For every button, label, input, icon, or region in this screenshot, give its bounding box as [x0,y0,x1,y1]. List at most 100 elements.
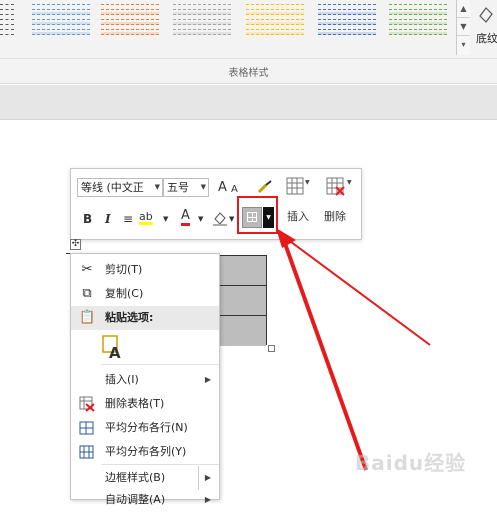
grow-font-icon[interactable]: A [218,180,227,196]
chevron-down-icon[interactable]: ▼ [229,211,234,227]
shading-button[interactable]: 底纹 [474,0,497,55]
mini-toolbar: 等线 (中文正 ▼ 五号 ▼ A A ▼ ▼ B I ≡ ab ▼ A ▼ ▼ ▼ … [70,168,362,240]
menu-item-label: 平均分布各行(N) [105,421,188,434]
style-row [32,12,90,15]
delete-table-icon[interactable]: ▼ [325,175,355,199]
menu-item-autofit[interactable]: 自动调整(A) ▶ [71,488,219,512]
style-row [101,2,159,5]
menu-item-border-styles[interactable]: 边框样式(B) ▶ [71,466,219,490]
scroll-up-icon[interactable]: ▲ [457,0,470,18]
table-style-thumbnail[interactable] [318,2,376,35]
table-style-thumbnail[interactable] [389,2,447,35]
insert-button[interactable]: 插入 [287,209,309,225]
copy-icon: ⧉ [82,286,92,301]
menu-item-insert[interactable]: 插入(I) ▶ [71,368,219,392]
menu-item-delete-table[interactable]: 删除表格(T) [71,392,219,416]
chevron-down-icon: ▼ [154,183,160,191]
chevron-down-icon[interactable]: ▼ [198,211,203,227]
format-painter-icon[interactable] [257,179,275,195]
callout-arrow [276,228,431,471]
delete-button[interactable]: 删除 [324,209,346,225]
menu-item-distribute-columns[interactable]: 平均分布各列(Y) [71,440,219,464]
style-row [318,22,376,25]
ruler-area [0,85,497,120]
style-row [318,12,376,15]
chevron-right-icon: ▶ [204,375,211,384]
document-table[interactable] [217,255,267,346]
ribbon-divider [0,58,497,59]
paste-icon: 📋 [79,310,96,325]
delete-table-icon [79,396,95,412]
menu-item-copy[interactable]: ⧉ 复制(C) [71,282,219,306]
paste-keep-text-only[interactable]: A [71,332,219,362]
style-row [173,27,231,30]
style-row [389,22,447,25]
style-row [173,2,231,5]
style-row [0,12,14,15]
style-row [318,27,376,30]
table-resize-handle[interactable] [268,345,275,352]
table-style-thumbnail[interactable] [173,2,231,35]
menu-item-label: 粘贴选项: [105,311,154,324]
style-row [0,7,14,10]
table-style-thumbnail[interactable] [32,2,90,35]
scissors-icon: ✂ [81,262,93,277]
more-icon[interactable]: ▾ [457,36,470,54]
menu-item-distribute-rows[interactable]: 平均分布各行(N) [71,416,219,440]
table-row[interactable] [218,256,266,286]
font-name-dropdown[interactable]: 等线 (中文正 ▼ [77,178,163,197]
menu-item-label: 复制(C) [105,287,144,300]
style-row [32,7,90,10]
style-row [318,32,376,35]
svg-text:▼: ▼ [305,179,310,186]
style-row [0,27,14,30]
table-style-thumbnail[interactable] [246,2,304,35]
font-name-value: 等线 (中文正 [81,181,144,194]
scroll-down-icon[interactable]: ▼ [457,18,470,36]
style-row [173,17,231,20]
font-size-value: 五号 [167,181,189,194]
style-row [173,12,231,15]
font-size-dropdown[interactable]: 五号 ▼ [163,178,209,197]
bold-button[interactable]: B [83,211,92,227]
style-row [246,32,304,35]
table-row[interactable] [218,286,266,316]
svg-text:A: A [109,344,121,360]
menu-item-label: 自动调整(A) [105,493,166,506]
menu-item-label: 剪切(T) [105,263,143,276]
menu-item-cut[interactable]: ✂ 剪切(T) [71,258,219,282]
distribute-rows-icon [79,421,94,435]
style-row [389,2,447,5]
highlight-box [237,196,278,234]
highlight-button[interactable]: ab [139,209,153,225]
style-row [246,7,304,10]
font-color-button[interactable]: A [181,209,190,226]
table-row[interactable] [218,316,266,346]
context-menu: ✂ 剪切(T) ⧉ 复制(C) 📋 粘贴选项: A 插入(I) ▶ 删除表格(T… [70,253,220,506]
style-row [173,32,231,35]
align-icon[interactable]: ≡ [123,211,133,227]
gallery-scrollbar[interactable]: ▲ ▼ ▾ [456,0,470,55]
shading-color-icon[interactable] [211,209,229,227]
shading-label: 底纹 [476,32,497,45]
table-style-thumbnail[interactable] [0,2,14,35]
style-row [246,27,304,30]
style-row [101,22,159,25]
style-row [389,7,447,10]
style-row [318,17,376,20]
style-row [173,7,231,10]
style-row [32,17,90,20]
style-row [318,7,376,10]
watermark: Baidu经验 [355,451,467,475]
menu-item-label: 插入(I) [105,373,139,386]
style-row [0,32,14,35]
chevron-right-icon: ▶ [204,495,211,504]
style-row [0,17,14,20]
table-move-handle[interactable]: ✣ [70,239,81,250]
insert-table-icon[interactable]: ▼ [285,175,311,199]
italic-button[interactable]: I [105,211,111,227]
style-row [389,32,447,35]
chevron-down-icon[interactable]: ▼ [163,211,168,227]
table-style-thumbnail[interactable] [101,2,159,35]
chevron-right-icon: ▶ [197,466,211,490]
